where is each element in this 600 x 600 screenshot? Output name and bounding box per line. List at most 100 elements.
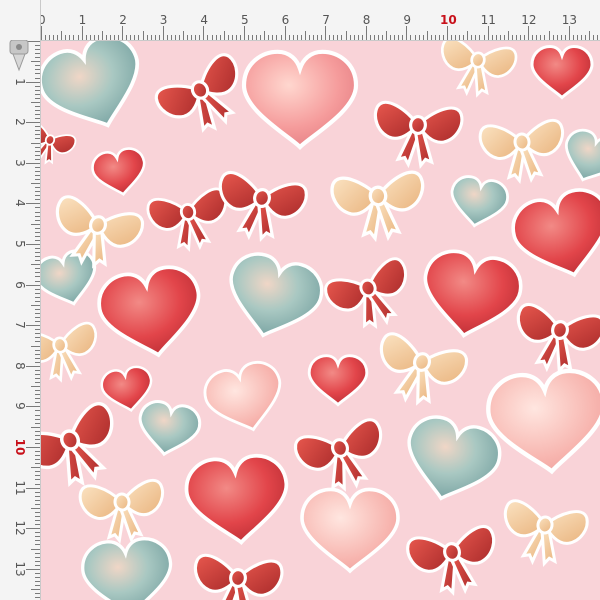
- ruler-tick: [31, 548, 40, 550]
- ruler-tick: [26, 203, 40, 205]
- ruler-tick: [394, 35, 396, 40]
- ruler-tick: [414, 35, 416, 40]
- ruler-tick: [35, 215, 40, 217]
- ruler-tick: [35, 231, 40, 233]
- ruler-tick: [430, 35, 432, 40]
- ruler-left: 1 2 3 4 5 6 7 8 9 10 11 12 13: [0, 0, 41, 600]
- ruler-tick: [26, 244, 40, 245]
- ruler-tick: [26, 528, 40, 530]
- ruler-tick: [35, 361, 40, 363]
- ruler-tick: [264, 31, 266, 40]
- ruler-tick: [580, 35, 582, 40]
- ruler-tick: [568, 26, 570, 40]
- ruler-tick: [35, 556, 40, 558]
- ruler-tick: [35, 418, 40, 420]
- ruler-tick: [572, 35, 574, 40]
- ruler-label-top: 11: [480, 13, 496, 27]
- ruler-tick: [252, 35, 254, 40]
- ruler-tick: [268, 35, 270, 40]
- ruler-tick: [373, 35, 375, 40]
- ruler-tick: [35, 65, 40, 67]
- ruler-tick: [483, 35, 485, 40]
- ruler-tick: [256, 35, 258, 40]
- ruler-tick: [89, 35, 91, 40]
- ruler-tick: [272, 35, 274, 40]
- ruler-tick: [26, 406, 40, 408]
- ruler-tick: [65, 35, 67, 40]
- ruler-tick: [524, 35, 526, 40]
- ruler-tick: [118, 35, 120, 40]
- ruler-tick: [410, 35, 412, 40]
- ruler-tick: [35, 292, 40, 294]
- ruler-tick: [576, 35, 578, 40]
- ruler-tick: [35, 272, 40, 274]
- ruler-tick: [35, 329, 40, 331]
- ruler-tick: [447, 26, 448, 40]
- ruler-tick: [585, 35, 587, 40]
- ruler-label-left: 7: [13, 321, 27, 329]
- ruler-tick: [369, 35, 371, 40]
- ruler-tick: [110, 35, 112, 40]
- ruler-tick: [35, 85, 40, 87]
- ruler-tick: [130, 35, 132, 40]
- ruler-tick: [491, 35, 493, 40]
- ruler-tick: [357, 35, 359, 40]
- ruler-tick: [35, 158, 40, 160]
- ruler-tick: [26, 81, 40, 83]
- ruler-tick: [35, 394, 40, 396]
- ruler-tick: [434, 35, 436, 40]
- ruler-label-left: 5: [13, 240, 27, 248]
- ruler-tick: [516, 35, 518, 40]
- ruler-tick: [260, 35, 262, 40]
- ruler-tick: [438, 35, 440, 40]
- ruler-tick: [35, 296, 40, 298]
- ruler-tick: [31, 101, 40, 103]
- ruler-tick: [142, 31, 144, 40]
- ruler-tick: [341, 35, 343, 40]
- ruler-tick: [597, 35, 599, 40]
- ruler-tick: [329, 35, 331, 40]
- ruler-tick: [69, 35, 71, 40]
- ruler-tick: [35, 410, 40, 412]
- ruler-tick: [35, 593, 40, 595]
- ruler-tick: [560, 35, 562, 40]
- ruler-tick: [280, 35, 282, 40]
- ruler-tick: [426, 31, 428, 40]
- ruler-tick: [313, 35, 315, 40]
- ruler-tick: [61, 31, 63, 40]
- ruler-tick: [35, 207, 40, 209]
- ruler-tick: [35, 199, 40, 201]
- ruler-tick: [223, 31, 225, 40]
- ruler-label-top: 1: [78, 13, 87, 27]
- ruler-tick: [536, 35, 538, 40]
- ruler-tick: [31, 507, 40, 509]
- ruler-tick: [345, 31, 347, 40]
- ruler-tick: [479, 35, 481, 40]
- ruler-tick: [35, 227, 40, 229]
- ruler-tick: [31, 386, 40, 388]
- ruler-tick: [556, 35, 558, 40]
- ruler-tick: [593, 35, 595, 40]
- ruler-tick: [35, 511, 40, 513]
- ruler-tick: [406, 26, 408, 40]
- ruler-tick: [35, 93, 40, 95]
- ruler-tick: [35, 483, 40, 485]
- ruler-tick: [276, 35, 278, 40]
- ruler-label-left: 2: [13, 118, 27, 126]
- ruler-tick: [138, 35, 140, 40]
- ruler-tick: [35, 252, 40, 254]
- ruler-tick: [544, 35, 546, 40]
- ruler-tick: [215, 35, 217, 40]
- ruler-tick: [134, 35, 136, 40]
- ruler-tick: [495, 35, 497, 40]
- ruler-tick: [35, 260, 40, 262]
- ruler-tick: [35, 495, 40, 497]
- ruler-tick: [158, 35, 160, 40]
- ruler-tick: [179, 35, 181, 40]
- ruler-label-left: 12: [13, 520, 27, 536]
- ruler-label-top: 5: [241, 13, 249, 27]
- ruler-tick: [35, 377, 40, 379]
- ruler-tick: [231, 35, 233, 40]
- ruler-tick: [382, 35, 384, 40]
- ruler-label-left: 10: [13, 438, 27, 456]
